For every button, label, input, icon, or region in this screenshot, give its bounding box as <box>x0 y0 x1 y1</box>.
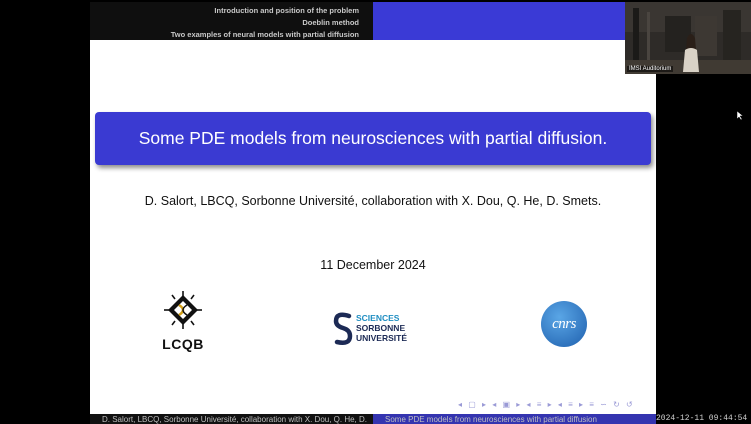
lcqb-logo: LCQB <box>158 290 208 352</box>
slide-title: Some PDE models from neurosciences with … <box>138 128 608 148</box>
sorbonne-line-3: UNIVERSITÉ <box>356 333 408 343</box>
cnrs-logo: cnrs <box>541 301 587 347</box>
sorbonne-logo: SCIENCES SORBONNE UNIVERSITÉ <box>332 311 424 347</box>
section-link-introduction[interactable]: Introduction and position of the problem <box>214 6 359 15</box>
recording-timestamp: 2024-12-11 09:44:54 <box>656 414 748 423</box>
footer-right-bar: Some PDE models from neurosciences with … <box>373 414 656 424</box>
slide-date: 11 December 2024 <box>320 258 426 272</box>
header-section-panel: Introduction and position of the problem… <box>90 2 373 40</box>
footer-authors: D. Salort, LBCQ, Sorbonne Université, co… <box>102 415 368 424</box>
slide-authors: D. Salort, LBCQ, Sorbonne Université, co… <box>144 194 602 208</box>
lcqb-logo-text: LCQB <box>162 336 204 352</box>
header-accent-bar <box>373 2 625 40</box>
speaker-video-frame <box>625 2 751 74</box>
sorbonne-line-1: SCIENCES <box>356 313 400 323</box>
title-box: Some PDE models from neurosciences with … <box>95 112 651 165</box>
lcqb-chip-icon <box>164 291 202 329</box>
mouse-cursor-icon <box>737 111 743 120</box>
cnrs-logo-text: cnrs <box>552 315 576 332</box>
beamer-navigation-icons[interactable]: ◂ ▢ ▸ ◂ ▣ ▸ ◂ ≡ ▸ ◂ ≡ ▸ ≡ ∽ ↻ ↺ <box>458 400 635 409</box>
sorbonne-s-icon <box>333 312 353 345</box>
video-participant-label: IMSI Auditorium <box>627 66 674 72</box>
sorbonne-line-2: SORBONNE <box>356 323 406 333</box>
section-link-examples[interactable]: Two examples of neural models with parti… <box>171 30 359 39</box>
section-link-doeblin[interactable]: Doeblin method <box>302 18 359 27</box>
footer-title: Some PDE models from neurosciences with … <box>385 415 597 424</box>
speaker-video[interactable]: IMSI Auditorium <box>625 2 751 74</box>
slide: Some PDE models from neurosciences with … <box>90 40 656 414</box>
footer-left-bar: D. Salort, LBCQ, Sorbonne Université, co… <box>90 414 373 424</box>
